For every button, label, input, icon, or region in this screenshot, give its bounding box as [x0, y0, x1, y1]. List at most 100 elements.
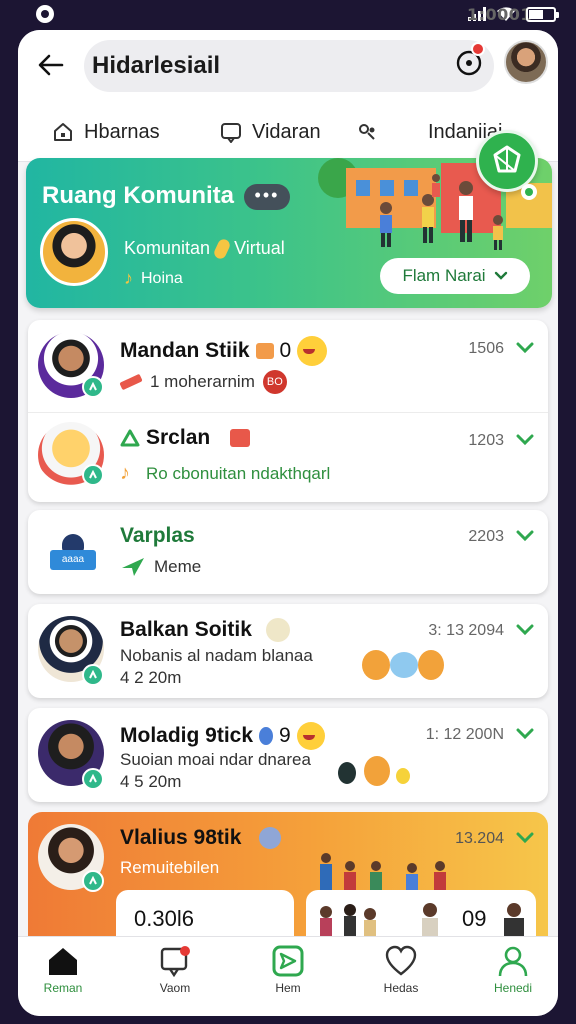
banner-subtitle-text: Komunitan	[124, 238, 211, 258]
feed-item[interactable]: Srclan ♪ Ro cbonuitan ndakthqarl 1203	[28, 412, 548, 502]
verified-badge-icon	[82, 870, 104, 892]
banner-avatar	[40, 218, 108, 286]
notification-status-icon	[36, 5, 54, 23]
item-name: Varplas	[120, 524, 195, 547]
item-name: Balkan Soitik	[120, 618, 290, 642]
banner-caption: ♪ Hoina	[124, 268, 183, 289]
feed-item[interactable]: Mandan Stiik 0 1 moherarnim BO 1506	[28, 320, 548, 412]
item-time: 13.204	[455, 830, 504, 847]
laughing-emoji-icon	[297, 336, 328, 366]
chevron-down-icon[interactable]	[516, 832, 534, 844]
status-time: 1:0001	[466, 4, 532, 24]
item-name-text: Srclan	[146, 426, 211, 449]
home-icon	[54, 123, 72, 141]
item-subtitle: Suoian moai ndar dnarea	[120, 750, 311, 769]
status-bar: 1:0001	[0, 0, 576, 28]
join-button-label: Flam Narai	[402, 266, 486, 285]
microphone-icon	[212, 236, 232, 261]
duck-emoji-icon	[296, 722, 325, 750]
chevron-down-icon[interactable]	[516, 530, 534, 542]
verified-badge-icon	[82, 376, 104, 398]
feed-item[interactable]: Balkan Soitik Nobanis al nadam blanaa 4 …	[28, 604, 548, 698]
community-banner[interactable]: Ruang Komunita ••• Komunitan Virtual ♪ H…	[26, 158, 552, 308]
sticker-group	[338, 756, 418, 788]
tab-label: Hbarnas	[84, 120, 160, 143]
people-icon	[359, 124, 375, 140]
chevron-down-icon[interactable]	[516, 434, 534, 446]
smile-emoji-icon	[265, 618, 290, 642]
gift-icon	[255, 343, 274, 359]
item-time: 3: 13 2094	[428, 622, 504, 639]
item-subtitle-text: 1 moherarnim	[150, 372, 255, 391]
avatar-label: aaaa	[50, 550, 96, 570]
item-name-suffix: 0	[279, 339, 292, 362]
join-button[interactable]: Flam Narai	[380, 258, 530, 294]
stat-value: 0.30l6	[134, 906, 194, 931]
music-note-icon: ♪	[120, 462, 130, 484]
item-time: 2203	[468, 528, 504, 545]
nav-item-reman[interactable]: Reman	[18, 945, 108, 995]
item-name: Vlalius 98tik	[120, 826, 282, 850]
home-indicator[interactable]	[185, 1010, 391, 1016]
nav-label: Hedas	[383, 981, 419, 995]
item-meta: 4 2 20m	[120, 668, 182, 687]
heart-icon	[385, 945, 417, 976]
feed-item[interactable]: aaaa Varplas Meme 2203	[28, 510, 548, 594]
bubble-sticker-icon	[390, 652, 418, 678]
stat-value: 09	[462, 906, 487, 931]
lion-sticker-icon	[362, 650, 390, 680]
nav-label: Henedi	[493, 981, 533, 995]
search-bar[interactable]: Hidarlesiail	[84, 40, 494, 92]
chick-sticker-icon	[396, 768, 410, 784]
more-button[interactable]: •••	[244, 184, 290, 210]
nav-item-henedi[interactable]: Henedi	[468, 945, 558, 995]
drop-icon	[259, 727, 274, 745]
item-name-text: Mandan Stiik	[120, 339, 250, 362]
triangle-icon	[120, 429, 140, 447]
feed-item[interactable]: Moladig 9tick 9 Suoian moai ndar dnarea …	[28, 708, 548, 802]
item-subtitle: Meme	[120, 556, 201, 578]
location-pin-icon	[521, 184, 537, 200]
penguin-sticker-icon	[338, 762, 356, 784]
shield-icon	[493, 145, 521, 173]
item-name-text: Balkan Soitik	[120, 618, 252, 641]
home-icon	[49, 948, 77, 975]
nav-item-hem[interactable]: Hem	[243, 945, 333, 995]
bottom-navigation: Reman Vaom Hem Hedas Henedi	[18, 936, 558, 1016]
avatar: aaaa	[50, 534, 96, 570]
pencil-icon	[119, 373, 143, 391]
battery-icon	[526, 6, 559, 22]
tab-label: Vidaran	[252, 120, 321, 143]
send-icon	[122, 558, 144, 576]
sticker-group	[362, 648, 446, 682]
nav-item-vaom[interactable]: Vaom	[130, 945, 220, 995]
back-arrow-icon[interactable]	[36, 50, 66, 80]
send-icon	[272, 945, 304, 977]
people-illustration	[320, 853, 446, 890]
chevron-down-icon[interactable]	[516, 728, 534, 740]
verified-badge-icon	[82, 664, 104, 686]
item-name-text: Vlalius 98tik	[120, 826, 242, 849]
item-meta: 4 5 20m	[120, 772, 182, 791]
banner-caption-text: Hoina	[141, 269, 183, 287]
lion-sticker-icon	[418, 650, 444, 680]
item-subtitle: Remuitebilen	[120, 858, 220, 877]
banner-title: Ruang Komunita	[42, 182, 234, 209]
chat-icon	[160, 946, 190, 977]
nav-label: Vaom	[159, 981, 191, 995]
tab-vidaran[interactable]: Vidaran	[220, 114, 321, 150]
notification-badge	[471, 42, 485, 56]
item-time: 1: 12 200N	[425, 726, 504, 743]
chevron-down-icon	[494, 271, 507, 280]
tab-hbarnas[interactable]: Hbarnas	[52, 114, 160, 150]
app-screen: Hidarlesiail Hbarnas Vidaran Indaniiai R…	[18, 30, 558, 1016]
nav-item-hedas[interactable]: Hedas	[356, 945, 446, 995]
message-icon	[221, 123, 241, 143]
nav-label: Reman	[43, 981, 83, 995]
item-name: Mandan Stiik 0	[120, 336, 328, 366]
user-avatar[interactable]	[504, 40, 548, 84]
settings-badge-icon	[259, 827, 282, 849]
item-subtitle: ♪ Ro cbonuitan ndakthqarl	[120, 462, 330, 485]
chevron-down-icon[interactable]	[516, 624, 534, 636]
chevron-down-icon[interactable]	[516, 342, 534, 354]
